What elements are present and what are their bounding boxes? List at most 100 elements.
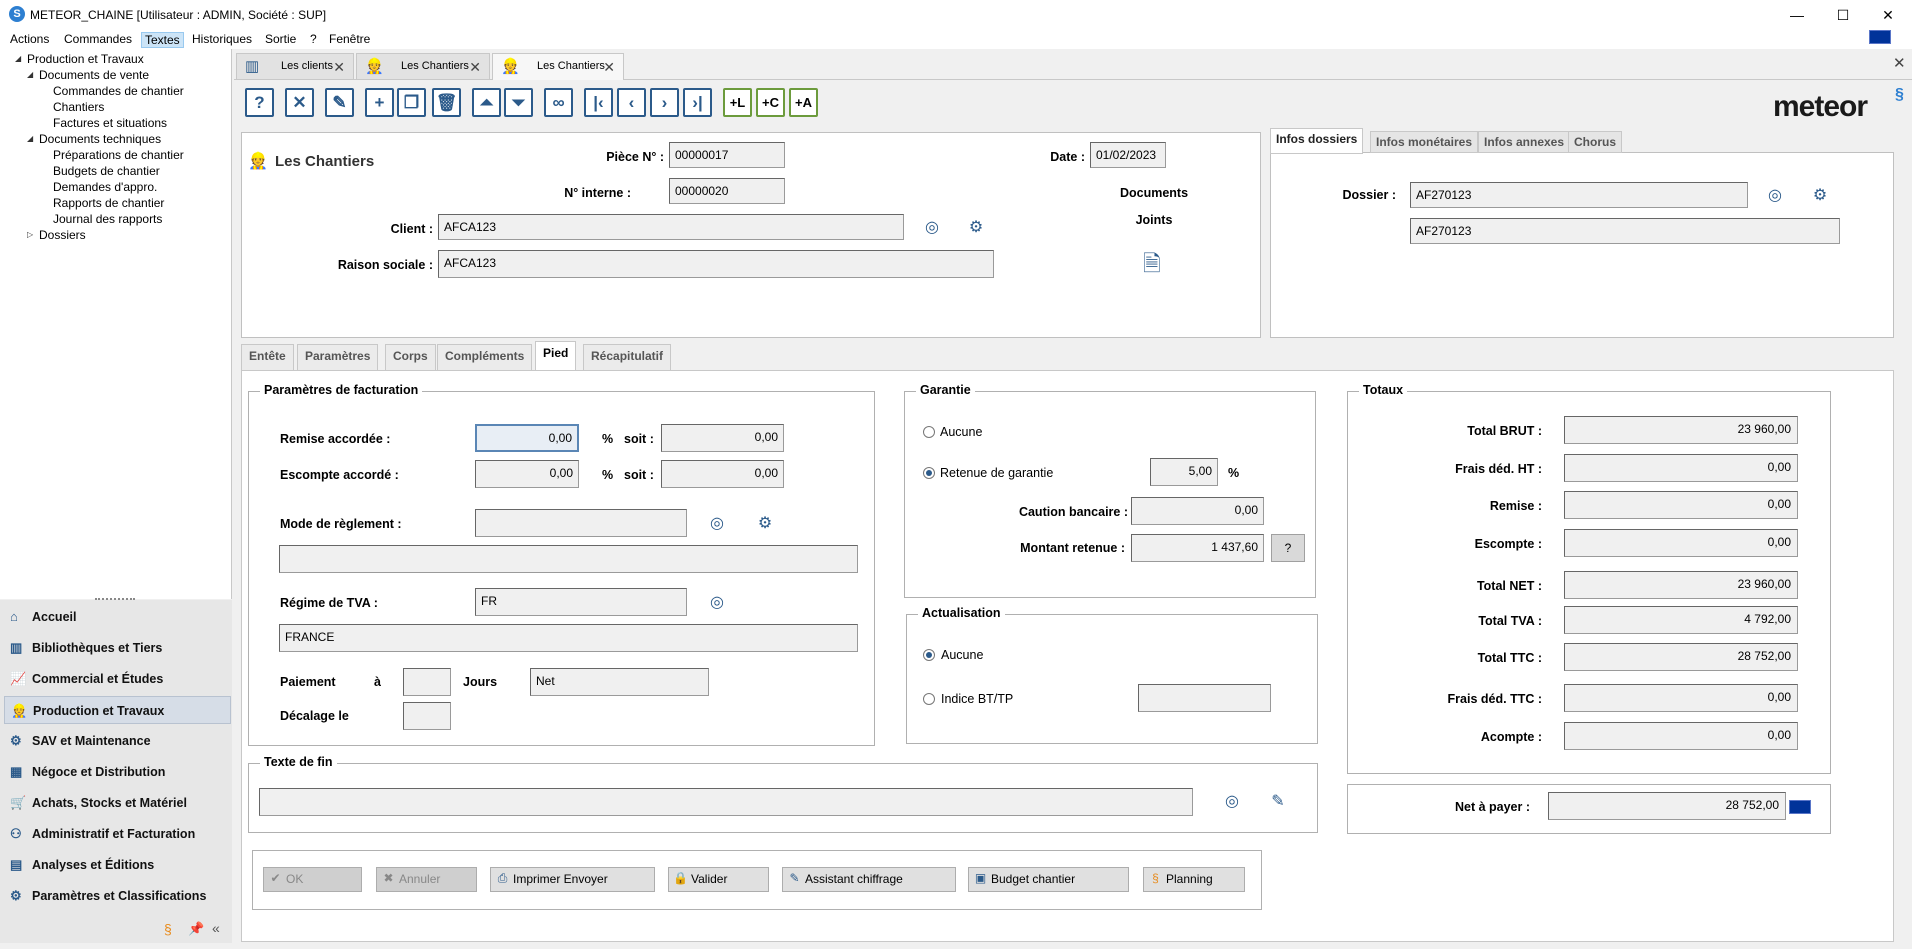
tab-infos-annexes[interactable]: Infos annexes	[1478, 131, 1571, 153]
indice-radio[interactable]	[923, 693, 935, 705]
decalage-field[interactable]	[403, 702, 451, 730]
total-value-field[interactable]: 4 792,00	[1564, 606, 1798, 634]
dossier-name-field[interactable]: AF270123	[1410, 218, 1840, 244]
help-button[interactable]: ?	[1271, 534, 1305, 562]
total-value-field[interactable]: 28 752,00	[1564, 643, 1798, 671]
target-search-icon[interactable]: ◎	[707, 593, 727, 613]
add-line-c-icon[interactable]: +C	[756, 88, 785, 117]
sidebar-item-accueil[interactable]: ⌂ Accueil	[4, 603, 231, 631]
close-tab-icon[interactable]: ✕	[333, 55, 345, 80]
paiement-jours-field[interactable]	[403, 668, 451, 696]
tab-infos-dossiers[interactable]: Infos dossiers	[1270, 128, 1364, 154]
first-record-icon[interactable]: |‹	[584, 88, 613, 117]
move-down-icon[interactable]: ⏷	[504, 88, 533, 117]
piece-field[interactable]: 00000017	[669, 142, 785, 168]
delete-icon[interactable]: 🗑	[432, 88, 461, 117]
next-record-icon[interactable]: ›	[650, 88, 679, 117]
menu-textes[interactable]: Textes	[141, 32, 184, 48]
gear-icon[interactable]: ⚙	[966, 218, 986, 238]
interne-field[interactable]: 00000020	[669, 178, 785, 204]
dossier-field[interactable]: AF270123	[1410, 182, 1748, 208]
last-record-icon[interactable]: ›|	[683, 88, 712, 117]
assistant-chiffrage-button[interactable]: ✎ Assistant chiffrage	[782, 867, 956, 892]
tab-complements[interactable]: Compléments	[437, 344, 533, 370]
tab-recapitulatif[interactable]: Récapitulatif	[583, 344, 672, 370]
tree-item[interactable]: Rapports de chantier	[53, 195, 164, 211]
edit-icon[interactable]: ✎	[325, 88, 354, 117]
cancel-icon[interactable]: ✕	[285, 88, 314, 117]
tree-group[interactable]: Documents de vente	[39, 67, 149, 83]
edit-icon[interactable]: ✎	[1268, 792, 1288, 812]
total-value-field[interactable]: 0,00	[1564, 529, 1798, 557]
document-icon[interactable]: 🗎	[1143, 247, 1161, 285]
sidebar-item-achats[interactable]: 🛒 Achats, Stocks et Matériel	[4, 789, 231, 817]
menu-actions[interactable]: Actions	[7, 32, 52, 48]
tab-les-chantiers[interactable]: 👷 Les Chantiers ✕	[356, 53, 490, 80]
escompte-field[interactable]: 0,00	[475, 460, 579, 488]
target-search-icon[interactable]: ◎	[1222, 792, 1242, 812]
annuler-button[interactable]: ✖ Annuler	[376, 867, 477, 892]
target-search-icon[interactable]: ◎	[1765, 186, 1785, 206]
caution-field[interactable]: 0,00	[1131, 497, 1264, 525]
meteor-small-icon[interactable]: §	[164, 921, 172, 937]
raison-field[interactable]: AFCA123	[438, 250, 994, 278]
remise-field[interactable]: 0,00	[475, 424, 579, 452]
minimize-icon[interactable]: —	[1782, 5, 1812, 25]
target-search-icon[interactable]: ◎	[922, 218, 942, 238]
tree-group[interactable]: Documents techniques	[39, 131, 161, 147]
pin-icon[interactable]: 📌	[188, 921, 204, 937]
close-icon[interactable]: ✕	[1873, 5, 1903, 25]
search-icon[interactable]: ∞	[544, 88, 573, 117]
net-field[interactable]: 28 752,00	[1548, 792, 1786, 820]
valider-button[interactable]: 🔒 Valider	[668, 867, 769, 892]
collapse-icon[interactable]: ◢	[15, 54, 21, 63]
close-tab-icon[interactable]: ✕	[603, 55, 615, 80]
tab-corps[interactable]: Corps	[385, 344, 436, 370]
regime-tva-desc-field[interactable]: FRANCE	[279, 624, 858, 652]
total-value-field[interactable]: 0,00	[1564, 722, 1798, 750]
tab-chorus[interactable]: Chorus	[1568, 131, 1622, 153]
retenue-pct-field[interactable]: 5,00	[1150, 458, 1218, 486]
tree-item[interactable]: Journal des rapports	[53, 211, 162, 227]
montant-retenue-field[interactable]: 1 437,60	[1131, 534, 1264, 562]
retenue-garantie-radio[interactable]	[923, 467, 935, 479]
expand-icon[interactable]: ▷	[27, 230, 33, 239]
collapse-icon[interactable]: ◢	[27, 70, 33, 79]
tree-item[interactable]: Préparations de chantier	[53, 147, 184, 163]
total-value-field[interactable]: 23 960,00	[1564, 571, 1798, 599]
sidebar-item-commercial[interactable]: 📈 Commercial et Études	[4, 665, 231, 693]
collapse-icon[interactable]: ◢	[27, 134, 33, 143]
total-value-field[interactable]: 0,00	[1564, 684, 1798, 712]
tree-item[interactable]: Factures et situations	[53, 115, 167, 131]
sidebar-item-sav[interactable]: ⚙ SAV et Maintenance	[4, 727, 231, 755]
sidebar-item-negoce[interactable]: ▦ Négoce et Distribution	[4, 758, 231, 786]
ok-button[interactable]: ✔ OK	[263, 867, 362, 892]
menu-fenetre[interactable]: Fenêtre	[326, 32, 373, 48]
duplicate-icon[interactable]: ❐	[397, 88, 426, 117]
texte-fin-field[interactable]	[259, 788, 1193, 816]
garantie-aucune-radio[interactable]	[923, 426, 935, 438]
menu-help[interactable]: ?	[307, 32, 320, 48]
gear-icon[interactable]: ⚙	[755, 514, 775, 534]
tab-les-clients[interactable]: ▥ Les clients ✕	[236, 53, 354, 80]
sidebar-item-bibliotheques[interactable]: ▥ Bibliothèques et Tiers	[4, 634, 231, 662]
previous-record-icon[interactable]: ‹	[617, 88, 646, 117]
collapse-sidebar-icon[interactable]: «	[212, 920, 220, 936]
total-value-field[interactable]: 0,00	[1564, 454, 1798, 482]
move-up-icon[interactable]: ⏶	[472, 88, 501, 117]
add-line-l-icon[interactable]: +L	[723, 88, 752, 117]
tree-item[interactable]: Demandes d'appro.	[53, 179, 157, 195]
help-icon[interactable]: ?	[245, 88, 274, 117]
indice-field[interactable]	[1138, 684, 1271, 712]
add-line-a-icon[interactable]: +A	[789, 88, 818, 117]
planning-button[interactable]: § Planning	[1143, 867, 1245, 892]
regime-tva-field[interactable]: FR	[475, 588, 687, 616]
tab-infos-monetaires[interactable]: Infos monétaires	[1370, 131, 1479, 153]
total-value-field[interactable]: 0,00	[1564, 491, 1798, 519]
client-field[interactable]: AFCA123	[438, 214, 904, 240]
budget-chantier-button[interactable]: ▣ Budget chantier	[968, 867, 1129, 892]
escompte-soit-field[interactable]: 0,00	[661, 460, 784, 488]
mode-reglement-desc-field[interactable]	[279, 545, 858, 573]
tree-item[interactable]: Budgets de chantier	[53, 163, 160, 179]
paiement-type-field[interactable]: Net	[530, 668, 709, 696]
